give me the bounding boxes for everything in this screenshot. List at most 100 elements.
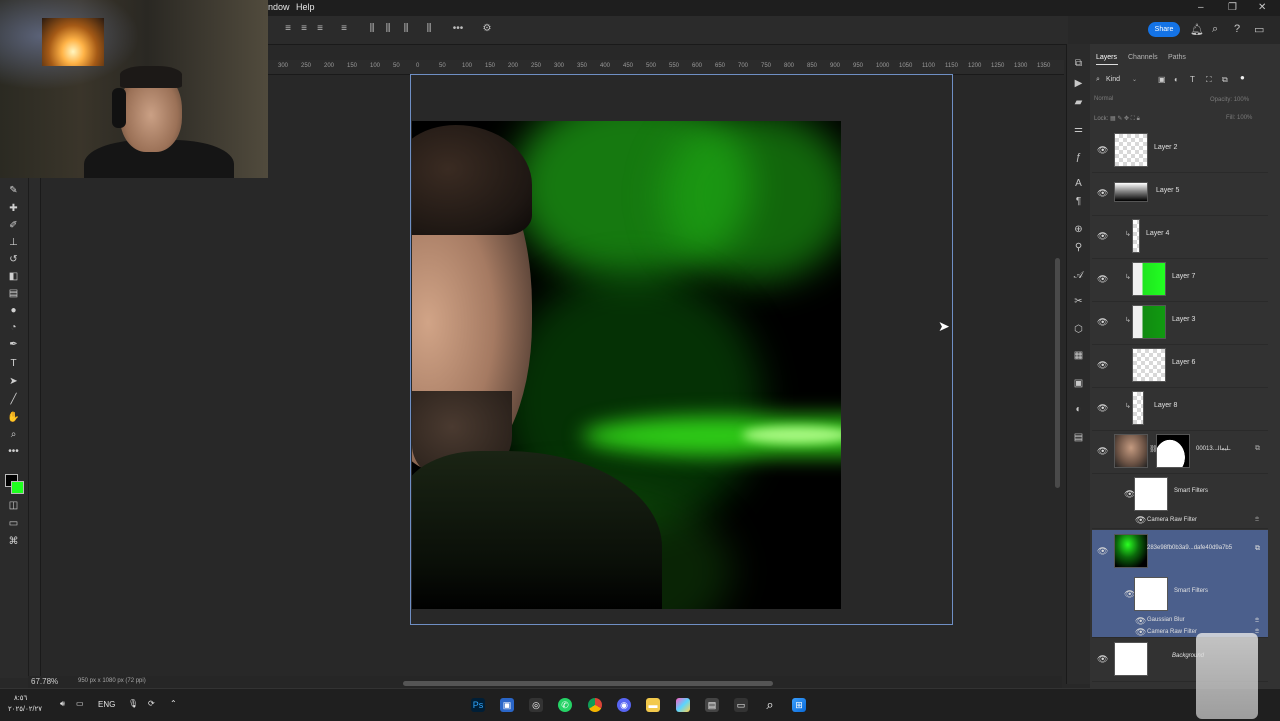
clone-source-icon[interactable]: ⊕ <box>1072 224 1085 235</box>
filter-options-icon[interactable]: ⩧ <box>1255 516 1259 524</box>
character-icon[interactable]: A <box>1072 178 1085 189</box>
paragraph-icon[interactable]: ¶ <box>1072 196 1085 207</box>
eye-icon[interactable]: 👁︎ <box>1135 515 1146 526</box>
search-icon[interactable]: ⌕ <box>1212 23 1218 36</box>
tab-layers[interactable]: Layers <box>1096 54 1117 61</box>
smart-filters-row[interactable]: 👁︎ Smart Filters 👁︎ Camera Raw Filter ⩧ <box>1092 473 1268 529</box>
glyphs-icon[interactable]: 𝒜 <box>1072 270 1085 281</box>
layer-row[interactable]: 👁︎ ↳ Layer 8 <box>1092 387 1268 431</box>
fill-field[interactable]: Fill: 100% <box>1226 115 1252 121</box>
folder-icon[interactable]: ▬ <box>646 698 660 712</box>
layer-row[interactable]: 👁︎ ↳ Layer 7 <box>1092 258 1268 302</box>
network-icon[interactable]: ▭ <box>76 699 84 708</box>
comments-icon[interactable]: ▰ <box>1072 97 1085 108</box>
layer-row[interactable]: 👁︎ Layer 2 <box>1092 129 1268 173</box>
menu-window[interactable]: ndow <box>268 2 290 12</box>
layer-row-selected[interactable]: 👁︎ 283e98fb0b3a9...dafe40d9a7b5 ⧉ <box>1092 530 1268 574</box>
pixel-filter-icon[interactable]: ▣ <box>1158 75 1166 84</box>
microphone-icon[interactable]: 🎙︎ <box>128 699 138 708</box>
minimize-icon[interactable]: – <box>1198 2 1204 13</box>
fill-value[interactable]: 100% <box>1237 115 1252 121</box>
eye-icon[interactable]: 👁︎ <box>1135 616 1146 627</box>
eye-icon[interactable]: 👁︎ <box>1135 627 1146 638</box>
clock-time[interactable]: ٨:٥٦ <box>14 694 27 702</box>
align-bottom-icon[interactable]: ⫼ <box>400 23 412 35</box>
eyedropper-icon[interactable]: ✎ <box>7 185 20 197</box>
align-top-icon[interactable]: ⫼ <box>366 23 378 35</box>
align-middle-icon[interactable]: ⫼ <box>382 23 394 35</box>
quick-mask-icon[interactable]: ◫ <box>7 500 20 512</box>
volume-icon[interactable]: 🔊︎ <box>60 699 65 709</box>
canvas-image[interactable] <box>412 121 841 609</box>
more-options-icon[interactable]: ••• <box>452 23 464 35</box>
zoom-icon[interactable]: ⌕ <box>7 429 20 441</box>
clock-date[interactable]: ٢٠٢٥/٠٢/٢٧ <box>8 705 42 713</box>
blur-icon[interactable]: ● <box>7 305 20 317</box>
clone-stamp-icon[interactable]: ⊥ <box>7 237 20 249</box>
more-tools-icon[interactable]: ••• <box>7 446 20 458</box>
gradient-icon[interactable]: ▤ <box>7 288 20 300</box>
maximize-icon[interactable]: ❐ <box>1228 2 1237 13</box>
app-icon[interactable]: ◎ <box>529 698 543 712</box>
menu-help[interactable]: Help <box>296 2 315 12</box>
background-color-swatch[interactable] <box>11 481 24 494</box>
eye-icon[interactable]: 👁︎ <box>1097 188 1108 199</box>
eye-icon[interactable]: 👁︎ <box>1097 446 1108 457</box>
history-icon[interactable]: ⧉ <box>1072 58 1085 69</box>
filter-kind-select[interactable]: Kind <box>1106 76 1120 83</box>
eraser-icon[interactable]: ◧ <box>7 271 20 283</box>
screen-mode-icon[interactable]: ▭ <box>7 518 20 530</box>
opacity-value[interactable]: 100% <box>1234 97 1249 103</box>
history-brush-icon[interactable]: ↺ <box>7 254 20 266</box>
filter-toggle-icon[interactable]: ● <box>1240 73 1245 82</box>
path-selection-icon[interactable]: ➤ <box>7 376 20 388</box>
eye-icon[interactable]: 👁︎ <box>1097 654 1108 665</box>
fx-icon[interactable]: ƒ <box>1072 152 1085 163</box>
brush-settings-icon[interactable]: ⚲ <box>1072 242 1085 253</box>
zoom-level[interactable]: 67.78% <box>31 677 58 686</box>
eye-icon[interactable]: 👁︎ <box>1097 546 1108 557</box>
help-icon[interactable]: ? <box>1234 23 1240 35</box>
align-left-icon[interactable]: ≡ <box>282 23 294 35</box>
3d-icon[interactable]: ⬡ <box>1072 324 1085 335</box>
search-icon[interactable]: ⌕ <box>763 698 777 712</box>
type-filter-icon[interactable]: T <box>1190 75 1195 84</box>
type-icon[interactable]: T <box>7 358 20 370</box>
discord-icon[interactable]: ◉ <box>617 698 631 712</box>
shape-filter-icon[interactable]: ⛶ <box>1206 75 1212 85</box>
lock-icons[interactable]: ▦ ✎ ✥ ⛶ 🔒︎ <box>1110 116 1140 122</box>
align-center-icon[interactable]: ≡ <box>298 23 310 35</box>
align-right-icon[interactable]: ≡ <box>314 23 326 35</box>
layer-row[interactable]: 👁︎ Layer 6 <box>1092 344 1268 388</box>
close-icon[interactable]: ✕ <box>1258 2 1266 13</box>
store-icon[interactable]: ▤ <box>705 698 719 712</box>
tray-chevron-icon[interactable]: ⌃ <box>170 699 177 708</box>
photoshop-icon[interactable]: Ps <box>471 698 485 712</box>
gradients-icon[interactable]: ▣ <box>1072 378 1085 389</box>
eye-icon[interactable]: 👁︎ <box>1097 403 1108 414</box>
frame-icon[interactable]: ⌘ <box>7 536 20 548</box>
chrome-icon[interactable] <box>588 698 602 712</box>
vertical-scrollbar[interactable] <box>1055 258 1060 488</box>
task-view-icon[interactable]: ▣ <box>500 698 514 712</box>
swatches-icon[interactable]: ▦ <box>1072 350 1085 361</box>
smart-filters-row[interactable]: 👁︎ Smart Filters 👁︎ Gaussian Blur 👁︎ Cam… <box>1092 573 1268 638</box>
layer-row[interactable]: 👁︎ ↳ Layer 3 <box>1092 301 1268 345</box>
layer-row[interactable]: 👁︎ ↳ Layer 4 <box>1092 215 1268 259</box>
healing-brush-icon[interactable]: ✚ <box>7 203 20 215</box>
libraries-icon[interactable]: ▤ <box>1072 432 1085 443</box>
tools-presets-icon[interactable]: ✂ <box>1072 296 1085 307</box>
opacity-field[interactable]: Opacity: 100% <box>1210 97 1249 103</box>
tab-paths[interactable]: Paths <box>1168 54 1186 61</box>
brush-icon[interactable]: ✐ <box>7 220 20 232</box>
share-button[interactable]: Share <box>1148 22 1180 37</box>
distribute-vertical-icon[interactable]: ⫼ <box>423 23 435 35</box>
app-window-icon[interactable]: ▭ <box>734 698 748 712</box>
hand-icon[interactable]: ✋ <box>7 412 20 424</box>
blend-mode-select[interactable]: Normal <box>1094 96 1184 106</box>
adjustment-filter-icon[interactable]: ◐ <box>1174 75 1179 84</box>
language-indicator[interactable]: ENG <box>98 700 115 709</box>
line-icon[interactable]: ╱ <box>7 394 20 406</box>
distribute-icon[interactable]: ≡ <box>338 23 350 35</box>
bell-icon[interactable]: 🔔︎ <box>1190 23 1204 36</box>
